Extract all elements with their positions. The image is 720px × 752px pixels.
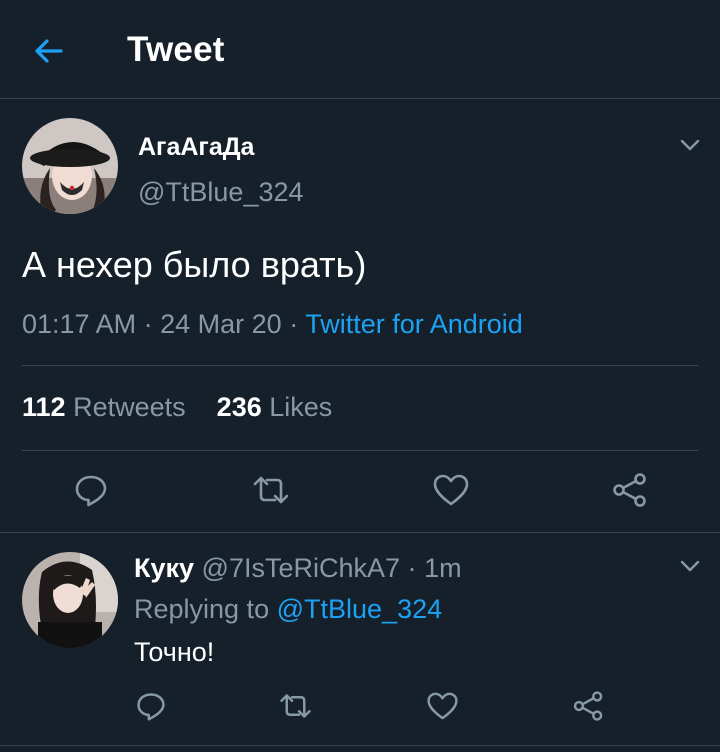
top-app-bar: Tweet (0, 0, 720, 99)
divider (22, 365, 698, 366)
retweets-count: 112 (22, 392, 66, 422)
divider (0, 532, 720, 533)
reply-share-button[interactable] (572, 690, 605, 722)
retweet-button[interactable] (251, 472, 291, 508)
like-icon (427, 692, 458, 720)
meta-separator: · (289, 309, 299, 339)
chevron-down-icon (680, 560, 700, 572)
like-button[interactable] (432, 472, 470, 508)
tweet-menu-button[interactable] (677, 132, 703, 158)
divider (0, 745, 720, 746)
reply-header: Куку @7IsTeRiChkA7 · 1m (134, 553, 462, 584)
reply-menu-button[interactable] (677, 553, 703, 579)
replying-prefix: Replying to (134, 594, 270, 624)
likes-count: 236 (216, 392, 262, 422)
reply-retweet-button[interactable] (278, 690, 313, 722)
like-icon (433, 474, 469, 506)
tweet-meta: 01:17 AM · 24 Mar 20 · Twitter for Andro… (22, 309, 523, 340)
author-handle[interactable]: @TtBlue_324 (138, 177, 304, 208)
likes-label: Likes (269, 392, 333, 422)
meta-separator: · (143, 309, 153, 339)
reply-text: Точно! (134, 637, 215, 667)
tweet-time: 01:17 AM (22, 309, 137, 339)
share-button[interactable] (611, 472, 649, 508)
reply-author-avatar[interactable] (22, 552, 118, 648)
author-avatar[interactable] (22, 118, 118, 214)
reply-time: 1m (424, 553, 462, 583)
retweet-icon (253, 476, 289, 504)
reply-reply-button[interactable] (135, 690, 167, 722)
tweet-date: 24 Mar 20 (160, 309, 282, 339)
share-icon (573, 691, 603, 721)
retweets-label: Retweets (73, 392, 186, 422)
arrow-left-icon (35, 39, 63, 63)
reply-button[interactable] (73, 472, 109, 508)
share-icon (613, 473, 646, 507)
replying-handle-link[interactable]: @TtBlue_324 (277, 594, 443, 624)
back-button[interactable] (30, 33, 66, 69)
reply-author-name[interactable]: Куку (134, 553, 194, 583)
retweet-icon (280, 694, 311, 718)
reply-author-handle[interactable]: @7IsTeRiChkA7 (202, 553, 400, 583)
likes-stat[interactable]: 236 Likes (217, 392, 333, 422)
replying-to: Replying to @TtBlue_324 (134, 594, 442, 625)
engagement-stats: 112 Retweets 236 Likes (22, 392, 332, 423)
tweet-text: А нехер было врать) (22, 244, 367, 285)
author-name[interactable]: АгаАгаДа (138, 133, 254, 162)
retweets-stat[interactable]: 112 Retweets (22, 392, 186, 422)
reply-icon (137, 693, 165, 721)
chevron-down-icon (680, 139, 700, 151)
tweet-source-link[interactable]: Twitter for Android (305, 309, 523, 339)
meta-separator: · (407, 553, 417, 583)
reply-like-button[interactable] (426, 690, 459, 722)
reply-icon (75, 475, 107, 507)
page-title: Tweet (127, 30, 225, 69)
divider (22, 450, 698, 451)
